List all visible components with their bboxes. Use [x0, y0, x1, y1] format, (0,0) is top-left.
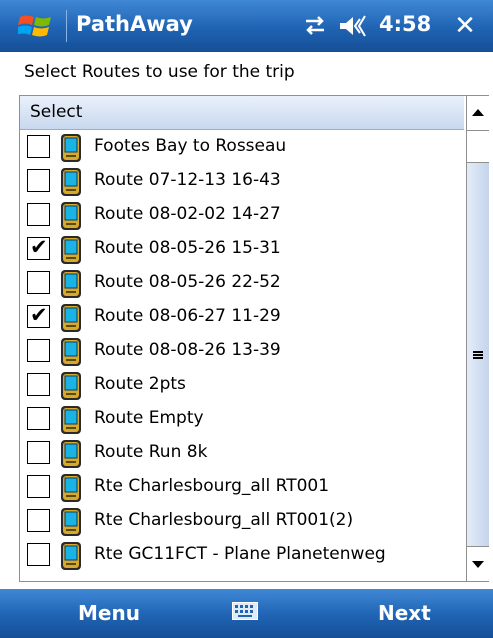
menu-softkey[interactable]: Menu	[78, 601, 140, 625]
route-name: Rte GC11FCT - Plane Planetenweg	[94, 544, 386, 564]
grip-icon	[473, 351, 483, 359]
route-checkbox[interactable]	[27, 441, 50, 464]
route-device-icon	[61, 406, 81, 434]
route-name: Route 2pts	[94, 374, 186, 394]
list-item[interactable]: Route 2pts	[20, 369, 464, 403]
route-checkbox[interactable]	[27, 339, 50, 362]
list-item[interactable]: Rte Charlesbourg_all RT001	[20, 471, 464, 505]
list-item[interactable]: Rte GC11FCT - Plane Planetenweg	[20, 539, 464, 573]
route-checkbox[interactable]	[27, 203, 50, 226]
clock[interactable]: 4:58	[379, 12, 431, 36]
route-rows: Footes Bay to Rosseau Route 07-12-13 16-4…	[20, 131, 464, 581]
route-device-icon	[61, 474, 81, 502]
route-device-icon	[61, 542, 81, 570]
arrow-down-icon	[472, 561, 484, 568]
scroll-thumb[interactable]	[467, 162, 489, 547]
route-checkbox[interactable]	[27, 271, 50, 294]
route-name: Route 08-02-02 14-27	[94, 204, 281, 224]
scroll-up-button[interactable]	[467, 96, 489, 131]
list-item[interactable]: Route 08-05-26 22-52	[20, 267, 464, 301]
route-device-icon	[61, 440, 81, 468]
soft-key-bar: Menu Next	[0, 589, 493, 638]
route-device-icon	[61, 304, 81, 332]
route-checkbox[interactable]	[27, 509, 50, 532]
list-item[interactable]: Route Run 8k	[20, 437, 464, 471]
arrow-up-icon	[472, 109, 484, 116]
route-checkbox[interactable]: ✔	[27, 303, 50, 328]
route-device-icon	[61, 202, 81, 230]
connectivity-icon	[306, 16, 324, 35]
title-separator	[66, 10, 67, 42]
route-name: Rte Charlesbourg_all RT001	[94, 476, 330, 496]
route-name: Route 08-05-26 22-52	[94, 272, 281, 292]
route-name: Route 08-05-26 15-31	[94, 238, 281, 258]
scrollbar[interactable]	[466, 96, 489, 581]
list-item[interactable]: Route Empty	[20, 403, 464, 437]
route-name: Footes Bay to Rosseau	[94, 136, 287, 156]
list-item[interactable]: Footes Bay to Rosseau	[20, 131, 464, 165]
windows-start-icon[interactable]	[18, 11, 54, 41]
route-checkbox[interactable]: ✔	[27, 235, 50, 260]
route-checkbox[interactable]	[27, 135, 50, 158]
close-button[interactable]: ✕	[447, 9, 483, 43]
status-icons[interactable]	[304, 13, 374, 39]
route-device-icon	[61, 270, 81, 298]
route-checkbox[interactable]	[27, 169, 50, 192]
route-device-icon	[61, 508, 81, 536]
route-checkbox[interactable]	[27, 373, 50, 396]
route-checkbox[interactable]	[27, 543, 50, 566]
checkmark-icon: ✔	[30, 235, 48, 259]
route-name: Route Empty	[94, 408, 204, 428]
next-softkey[interactable]: Next	[378, 601, 431, 625]
route-checkbox[interactable]	[27, 407, 50, 430]
list-item[interactable]: Rte Charlesbourg_all RT001(2)	[20, 505, 464, 539]
title-bar: PathAway 4:58 ✕	[0, 0, 493, 52]
list-column-header[interactable]: Select	[20, 96, 464, 130]
route-name: Route 08-08-26 13-39	[94, 340, 281, 360]
route-device-icon	[61, 372, 81, 400]
scroll-down-button[interactable]	[467, 546, 489, 581]
column-header-label: Select	[30, 102, 83, 122]
route-device-icon	[61, 338, 81, 366]
route-name: Route 07-12-13 16-43	[94, 170, 281, 190]
list-item[interactable]: Route 07-12-13 16-43	[20, 165, 464, 199]
volume-icon	[340, 15, 366, 37]
route-name: Rte Charlesbourg_all RT001(2)	[94, 510, 354, 530]
route-name: Route 08-06-27 11-29	[94, 306, 281, 326]
route-checkbox[interactable]	[27, 475, 50, 498]
list-item[interactable]: Route 08-08-26 13-39	[20, 335, 464, 369]
keyboard-icon[interactable]	[232, 602, 258, 620]
checkmark-icon: ✔	[30, 303, 48, 327]
route-list: Select Footes Bay to Rosseau Route 07-12-…	[19, 95, 489, 582]
route-device-icon	[61, 236, 81, 264]
route-device-icon	[61, 168, 81, 196]
list-item[interactable]: ✔ Route 08-06-27 11-29	[20, 301, 464, 335]
app-title: PathAway	[76, 12, 193, 36]
list-item[interactable]: Route 08-02-02 14-27	[20, 199, 464, 233]
list-item[interactable]: ✔ Route 08-05-26 15-31	[20, 233, 464, 267]
prompt-text: Select Routes to use for the trip	[24, 62, 295, 82]
route-device-icon	[61, 134, 81, 162]
route-name: Route Run 8k	[94, 442, 208, 462]
